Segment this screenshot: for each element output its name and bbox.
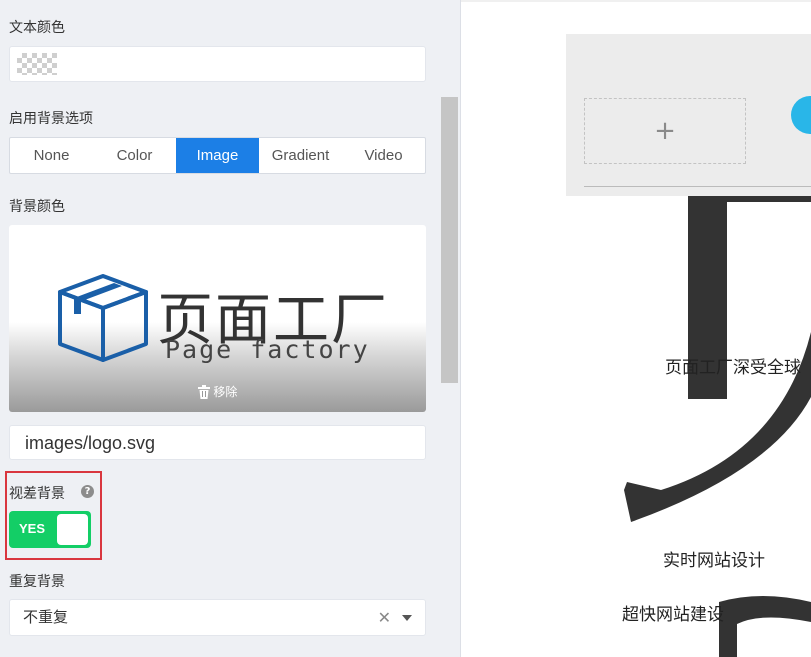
remove-image-button[interactable]: 移除: [9, 383, 426, 400]
logo-english-text: Page factory: [165, 335, 370, 364]
trash-icon: [197, 384, 210, 399]
image-path-input[interactable]: images/logo.svg: [9, 425, 426, 460]
add-block-section: +: [566, 34, 811, 196]
text-color-label: 文本颜色: [9, 20, 65, 36]
divider: [584, 186, 811, 187]
bg-option-group: None Color Image Gradient Video: [9, 137, 426, 174]
bg-color-label: 背景颜色: [9, 199, 65, 215]
repeat-bg-label: 重复背景: [9, 574, 65, 590]
panel-scrollbar[interactable]: [441, 97, 458, 383]
chevron-down-icon[interactable]: [402, 615, 412, 621]
repeat-bg-value: 不重复: [23, 608, 69, 626]
bg-option-color[interactable]: Color: [93, 138, 176, 173]
add-block-button[interactable]: +: [584, 98, 746, 164]
enable-bg-label: 启用背景选项: [9, 111, 93, 127]
toggle-knob: [57, 514, 88, 545]
page-canvas: + 页面工厂深受全球 实时网站设计 超快网站建设: [461, 0, 811, 657]
canvas-text-fast: 超快网站建设: [622, 605, 724, 625]
canvas-text-realtime: 实时网站设计: [663, 551, 765, 571]
parallax-label: 视差背景: [9, 486, 65, 502]
remove-label: 移除: [213, 385, 238, 399]
clear-icon[interactable]: ✕: [378, 600, 391, 635]
parallax-toggle[interactable]: YES: [9, 511, 91, 548]
box-logo-icon: [58, 274, 148, 362]
help-icon[interactable]: ?: [81, 485, 94, 498]
text-color-picker[interactable]: [9, 46, 426, 82]
bg-option-image[interactable]: Image: [176, 138, 259, 173]
transparent-swatch: [17, 53, 57, 75]
toggle-state-text: YES: [19, 521, 46, 536]
repeat-bg-select[interactable]: 不重复 ✕: [9, 599, 426, 636]
canvas-text-intro: 页面工厂深受全球: [665, 358, 801, 378]
bg-option-none[interactable]: None: [10, 138, 93, 173]
bg-option-gradient[interactable]: Gradient: [259, 138, 342, 173]
bg-image-preview: 页面工厂 Page factory 移除: [9, 225, 426, 412]
bg-option-video[interactable]: Video: [342, 138, 425, 173]
settings-panel: 文本颜色 启用背景选项 None Color Image Gradient Vi…: [0, 0, 461, 657]
blue-circle-button[interactable]: [791, 96, 811, 134]
